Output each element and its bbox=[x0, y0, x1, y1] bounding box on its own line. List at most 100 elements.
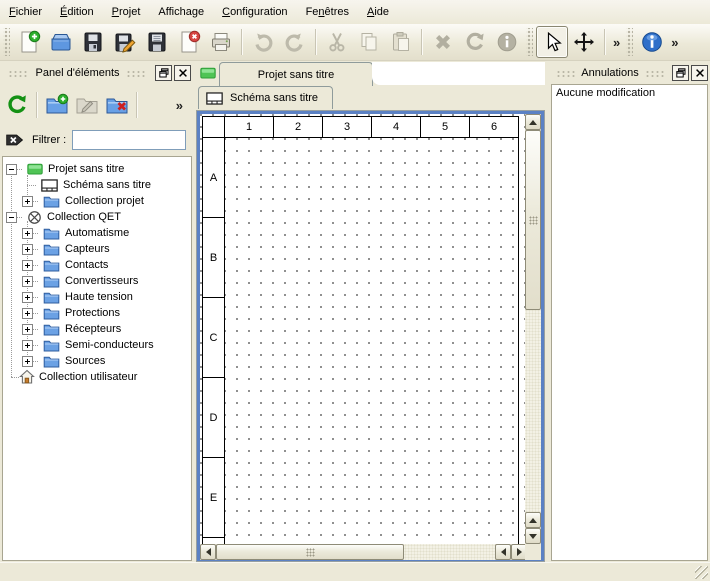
clear-filter-icon[interactable] bbox=[4, 130, 26, 150]
project-tab[interactable]: Projet sans titre bbox=[219, 62, 373, 86]
paste-button[interactable] bbox=[385, 26, 417, 58]
tree-expander-plus[interactable] bbox=[22, 276, 33, 287]
dock-close-button[interactable] bbox=[174, 65, 191, 81]
close-document-button[interactable] bbox=[173, 26, 205, 58]
filter-input[interactable] bbox=[72, 130, 186, 150]
scroll-left-button[interactable] bbox=[200, 544, 216, 560]
horizontal-scrollbar[interactable] bbox=[200, 544, 527, 560]
new-document-icon bbox=[17, 30, 41, 54]
undo-dock: Annulations Aucune modification bbox=[548, 60, 710, 563]
dock-handle-texture bbox=[556, 69, 575, 78]
tree-expander-plus[interactable] bbox=[22, 244, 33, 255]
tree-expander-plus[interactable] bbox=[22, 324, 33, 335]
tree-item-contacts[interactable]: Contacts bbox=[3, 257, 191, 273]
toolbar-handle[interactable] bbox=[626, 28, 633, 56]
tree-item-capteurs[interactable]: Capteurs bbox=[3, 241, 191, 257]
info-gray-icon bbox=[495, 30, 519, 54]
tree-item-recepteurs[interactable]: Récepteurs bbox=[3, 321, 191, 337]
schema-tab[interactable]: Schéma sans titre bbox=[198, 86, 333, 109]
tree-item-semi-conducteurs[interactable]: Semi-conducteurs bbox=[3, 337, 191, 353]
folder-plus-icon bbox=[45, 93, 69, 117]
new-category-button[interactable] bbox=[42, 89, 72, 121]
scroll-left-button[interactable] bbox=[495, 544, 511, 560]
rotate-button[interactable] bbox=[459, 26, 491, 58]
printer-icon bbox=[209, 30, 233, 54]
vertical-scroll-thumb[interactable] bbox=[525, 130, 541, 310]
menu-edition[interactable]: Édition bbox=[51, 2, 103, 22]
scroll-down-button[interactable] bbox=[525, 528, 541, 544]
delete-button[interactable] bbox=[427, 26, 459, 58]
tree-item-convertisseurs[interactable]: Convertisseurs bbox=[3, 273, 191, 289]
diagram-sheet-frame: 1 2 3 4 5 6 A B C D E bbox=[202, 116, 519, 544]
select-mode-button[interactable] bbox=[536, 26, 568, 58]
folder-icon bbox=[43, 243, 60, 256]
diagram-column-header: 3 bbox=[323, 117, 372, 138]
dock-float-button[interactable] bbox=[672, 65, 689, 81]
copy-button[interactable] bbox=[353, 26, 385, 58]
cut-button[interactable] bbox=[321, 26, 353, 58]
tree-item-protections[interactable]: Protections bbox=[3, 305, 191, 321]
reload-collections-button[interactable] bbox=[2, 89, 32, 121]
undo-dock-titlebar[interactable]: Annulations bbox=[550, 64, 708, 82]
save-all-button[interactable] bbox=[141, 26, 173, 58]
vertical-scrollbar[interactable] bbox=[525, 114, 541, 544]
refresh-green-icon bbox=[5, 93, 29, 117]
scroll-up-button[interactable] bbox=[525, 114, 541, 130]
collections-tree[interactable]: Projet sans titre Schéma sans titre Coll… bbox=[2, 156, 192, 561]
pan-mode-button[interactable] bbox=[568, 26, 600, 58]
tree-item-automatisme[interactable]: Automatisme bbox=[3, 225, 191, 241]
toolbar-overflow-button[interactable]: » bbox=[610, 35, 623, 50]
elements-panel-titlebar[interactable]: Panel d'éléments bbox=[2, 64, 191, 82]
toolbar-separator bbox=[241, 29, 243, 55]
undo-list-item[interactable]: Aucune modification bbox=[552, 85, 707, 101]
qet-collection-icon bbox=[27, 210, 42, 225]
about-qet-button[interactable] bbox=[636, 26, 668, 58]
diagram-canvas[interactable]: 1 2 3 4 5 6 A B C D E bbox=[200, 114, 527, 544]
delete-category-button[interactable] bbox=[102, 89, 132, 121]
menu-fenetres[interactable]: Fenêtres bbox=[297, 2, 358, 22]
tree-expander-plus[interactable] bbox=[22, 196, 33, 207]
tree-expander-plus[interactable] bbox=[22, 308, 33, 319]
tree-item-collection-qet[interactable]: Collection QET bbox=[3, 209, 191, 225]
toolbar-handle[interactable] bbox=[3, 28, 10, 56]
tree-expander-plus[interactable] bbox=[22, 260, 33, 271]
dock-close-button[interactable] bbox=[691, 65, 708, 81]
redo-button[interactable] bbox=[279, 26, 311, 58]
undo-button[interactable] bbox=[247, 26, 279, 58]
tree-expander-plus[interactable] bbox=[22, 292, 33, 303]
save-button[interactable] bbox=[77, 26, 109, 58]
tree-expander-plus[interactable] bbox=[22, 356, 33, 367]
menu-affichage[interactable]: Affichage bbox=[149, 2, 213, 22]
save-as-button[interactable] bbox=[109, 26, 141, 58]
diagram-view: 1 2 3 4 5 6 A B C D E bbox=[196, 110, 545, 562]
toolbar-overflow-button[interactable]: » bbox=[668, 35, 681, 50]
tree-item-haute-tension[interactable]: Haute tension bbox=[3, 289, 191, 305]
tree-expander-plus[interactable] bbox=[22, 228, 33, 239]
tree-item-schema-sans-titre[interactable]: Schéma sans titre bbox=[3, 177, 191, 193]
menu-projet[interactable]: Projet bbox=[103, 2, 150, 22]
horizontal-scroll-thumb[interactable] bbox=[216, 544, 404, 560]
menu-aide[interactable]: Aide bbox=[358, 2, 398, 22]
tree-expander-plus[interactable] bbox=[22, 340, 33, 351]
open-project-button[interactable] bbox=[45, 26, 77, 58]
tree-item-collection-projet[interactable]: Collection projet bbox=[3, 193, 191, 209]
tree-item-collection-utilisateur[interactable]: Collection utilisateur bbox=[3, 369, 191, 385]
panel-toolbar-overflow-button[interactable]: » bbox=[173, 98, 186, 113]
new-document-button[interactable] bbox=[13, 26, 45, 58]
tree-item-projet-sans-titre[interactable]: Projet sans titre bbox=[3, 161, 191, 177]
element-information-button[interactable] bbox=[491, 26, 523, 58]
print-button[interactable] bbox=[205, 26, 237, 58]
menu-fichier[interactable]: Fichier bbox=[0, 2, 51, 22]
resize-grip[interactable] bbox=[695, 566, 708, 579]
paste-icon bbox=[389, 30, 413, 54]
tree-item-sources[interactable]: Sources bbox=[3, 353, 191, 369]
toolbar-handle[interactable] bbox=[526, 28, 533, 56]
menu-configuration[interactable]: Configuration bbox=[213, 2, 296, 22]
undo-history-list[interactable]: Aucune modification bbox=[551, 84, 708, 561]
dock-float-button[interactable] bbox=[155, 65, 172, 81]
tree-expander-minus[interactable] bbox=[6, 212, 17, 223]
tree-expander-minus[interactable] bbox=[6, 164, 17, 175]
diagram-column-header: 1 bbox=[225, 117, 274, 138]
edit-category-button[interactable] bbox=[72, 89, 102, 121]
scroll-up-button[interactable] bbox=[525, 512, 541, 528]
